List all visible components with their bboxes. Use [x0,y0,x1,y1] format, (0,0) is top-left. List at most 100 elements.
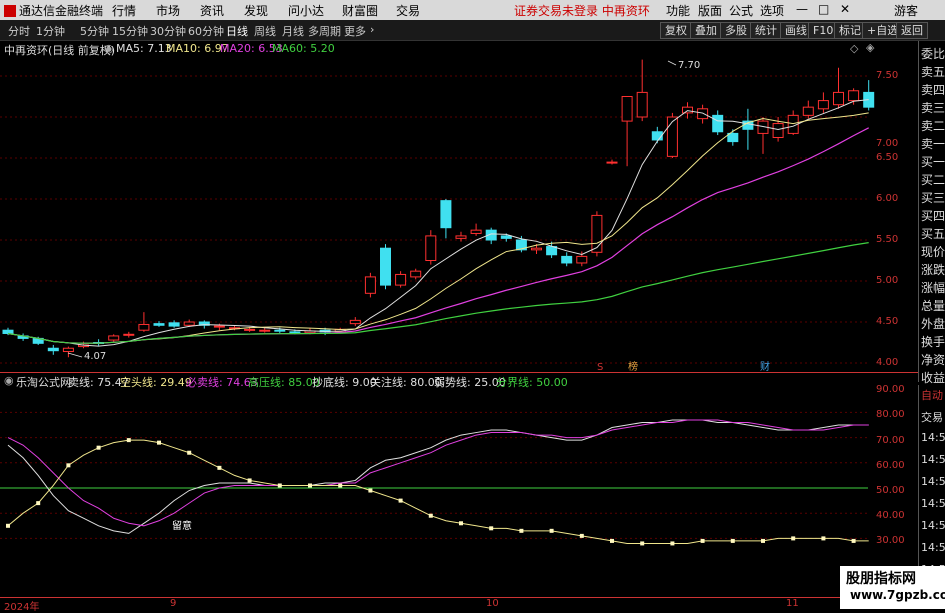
period-1min[interactable]: 1分钟 [36,23,65,39]
x-tick: 2024年 [4,602,40,613]
overlay-button[interactable]: 叠加 [690,22,722,39]
diamond-icon[interactable]: ◇ [850,42,858,55]
candle [591,214,603,253]
menu-trade[interactable]: 交易 [396,2,420,19]
bear-line-dot [338,483,343,488]
must-sell-line [7,419,869,527]
period-bar: 分时 1分钟 5分钟 15分钟 30分钟 60分钟 日线 周线 月线 多周期 更… [0,20,945,41]
period-5min[interactable]: 5分钟 [80,23,109,39]
candle [138,323,150,331]
candle [395,273,407,286]
kline-chart[interactable]: 7.70 4.07 S 榜 财 [0,57,875,372]
menu-wealth[interactable]: 财富圈 [342,2,378,19]
ma60-line [7,242,869,344]
bottom-line-label: 抄底线: 9.00 [312,376,377,389]
watermark: 股朋指标网 www.7gpzb.com [840,566,945,609]
x-tick: 11 [786,598,799,609]
y-tick: 60.00 [876,460,905,471]
candle [364,276,376,294]
bear-line-dot [66,463,71,468]
pane-divider [0,372,918,373]
candle [213,325,225,328]
stats-button[interactable]: 统计 [750,22,782,39]
y-tick: 5.00 [876,275,899,286]
quote-field: 卖二 [921,119,945,133]
period-day[interactable]: 日线 [226,23,248,39]
must-sell-label: 必卖线: 74.63 [186,376,258,389]
candle [531,247,542,251]
bear-line-dot [157,440,161,445]
bear-line-dot [670,541,675,546]
candle [259,329,271,332]
candle [2,329,14,334]
adjust-button[interactable]: 复权 [660,22,692,39]
toggle-icon[interactable]: ◈ [866,41,874,54]
menu-market[interactable]: 行情 [112,2,136,19]
period-week[interactable]: 周线 [254,23,276,39]
bear-line-dot [791,536,796,541]
period-multi[interactable]: 多周期 [308,23,341,39]
bear-line-dot [761,538,765,543]
candle [108,335,120,341]
bear-line-dot [640,541,645,546]
ma60-label: MA60: 5.20 [272,42,335,55]
trade-field: 14:56 [921,431,945,444]
bear-line-dot [217,465,222,470]
y-tick: 7.50 [876,70,899,81]
trade-field: 14:56 [921,519,945,532]
quote-field: 委比 [921,47,945,61]
guest-label[interactable]: 游客 [894,2,918,19]
period-30min[interactable]: 30分钟 [150,23,186,39]
period-more[interactable]: 更多 [344,23,366,39]
menu-formula[interactable]: 公式 [729,2,753,19]
quote-field: 涨幅 [921,281,945,295]
bear-line-dot [247,478,252,483]
minimize-icon[interactable]: — [796,2,808,16]
menu-markets[interactable]: 市场 [156,2,180,19]
bear-line-dot [821,536,826,541]
period-month[interactable]: 月线 [282,23,304,39]
marker-list: 榜 [628,360,638,372]
watch-line-label: 关注线: 80.00 [370,376,442,389]
y-tick: 6.50 [876,152,899,163]
chevron-right-icon[interactable]: › [370,23,374,36]
quote-field: 总量 [921,299,945,313]
menu-discover[interactable]: 发现 [244,2,268,19]
indicator-chart[interactable]: 留意 [0,389,875,597]
menu-options[interactable]: 选项 [760,2,784,19]
ma20-line [7,127,869,344]
candle [621,96,633,122]
candle [817,100,829,110]
period-timeshare[interactable]: 分时 [8,23,30,39]
quote-field: 买二 [921,173,945,187]
y-tick: 70.00 [876,435,905,446]
indicator-title: 乐淘公式网 [16,376,71,389]
bear-line-dot [459,521,463,526]
bear-line-label: 空头线: 29.49 [120,376,192,389]
candle [289,331,301,334]
x-axis: 2024年 9 10 11 [0,597,918,613]
candle [425,235,437,261]
watermark-url: www.7gpzb.com [850,588,945,602]
candle [244,328,256,331]
back-button[interactable]: 返回 [896,22,928,39]
settings-icon[interactable]: ◉ [4,374,14,387]
candle [833,91,844,106]
candle [666,116,678,157]
bear-line-dot [96,445,101,450]
settings-icon[interactable]: ◉ [104,42,114,55]
candle [682,106,693,114]
attention-annotation: 留意 [172,519,192,532]
x-tick: 10 [486,598,499,609]
close-icon[interactable]: ✕ [840,2,850,16]
menu-layout[interactable]: 版面 [698,2,722,19]
period-15min[interactable]: 15分钟 [112,23,148,39]
period-60min[interactable]: 60分钟 [188,23,224,39]
candle [772,123,784,138]
menu-news[interactable]: 资讯 [200,2,224,19]
bear-line-dot [579,533,584,538]
menu-function[interactable]: 功能 [666,2,690,19]
menu-ask[interactable]: 问小达 [288,2,324,19]
maximize-icon[interactable]: □ [818,2,829,16]
multi-stock-button[interactable]: 多股 [720,22,752,39]
